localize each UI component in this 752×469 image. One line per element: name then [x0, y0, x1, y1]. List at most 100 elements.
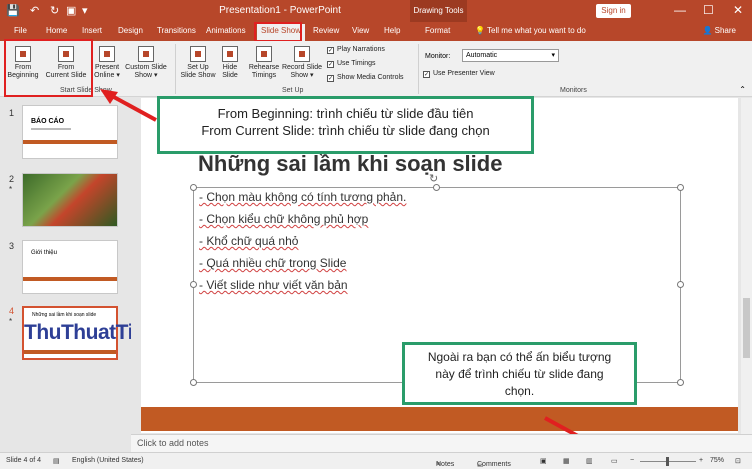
present-online-icon	[99, 46, 115, 62]
thumbnail-title: Những sai lầm khi soạn slide	[32, 312, 97, 318]
title-bar: 💾 ↶ ↻ ▣ ▾ Presentation1 - PowerPoint Dra…	[0, 0, 752, 22]
callout-start-buttons: From Beginning: trình chiếu từ slide đầu…	[157, 96, 534, 154]
tab-insert[interactable]: Insert	[82, 26, 102, 35]
status-bar: Slide 4 of 4 ▤ English (United States) ≡…	[0, 452, 752, 469]
zoom-in-button[interactable]: +	[699, 457, 703, 464]
slide-number: 2	[9, 174, 15, 184]
ribbon-tabs: File Home Insert Design Transitions Anim…	[0, 22, 752, 41]
callout-line: From Beginning: trình chiếu từ slide đầu…	[217, 106, 474, 121]
checkbox-checked-icon: ✓	[327, 47, 334, 54]
monitor-select[interactable]: Automatic ▾	[462, 49, 559, 62]
thumbnail-accent-bar	[23, 140, 117, 144]
slide-show-tab-highlight	[254, 22, 302, 42]
slide-thumbnails-pane: 1 BÁO CÁO 2 * 3 Giới thiệu 4 * Những sai…	[0, 98, 131, 452]
resize-handle[interactable]	[190, 379, 197, 386]
bullet-item: - Quá nhiều chữ trong Slide	[199, 256, 347, 270]
reading-view-icon[interactable]: ▥	[586, 457, 593, 465]
slide-thumbnail-3[interactable]: Giới thiệu	[22, 240, 118, 294]
slide-show-icon[interactable]: ▭	[611, 457, 618, 465]
bullet-item: - Chọn kiểu chữ không phủ hợp	[199, 212, 369, 226]
minimize-button[interactable]: —	[674, 3, 686, 17]
scrollbar-thumb[interactable]	[743, 298, 750, 358]
use-timings-checkbox[interactable]: ✓ Use Timings	[327, 60, 376, 68]
resize-handle[interactable]	[677, 379, 684, 386]
comments-label: Comments	[477, 461, 511, 468]
tab-view[interactable]: View	[352, 26, 369, 35]
record-slide-show-label: Record Slide Show ▾	[281, 64, 323, 79]
slide-thumbnail-2[interactable]	[22, 173, 118, 227]
hide-slide-icon	[222, 46, 238, 62]
zoom-out-button[interactable]: −	[630, 457, 634, 464]
rehearse-timings-label: Rehearse Timings	[248, 64, 280, 79]
window-title: Presentation1 - PowerPoint	[219, 5, 341, 16]
show-media-controls-checkbox[interactable]: ✓ Show Media Controls	[327, 74, 404, 82]
checkbox-checked-icon: ✓	[327, 61, 334, 68]
zoom-slider-thumb[interactable]	[666, 457, 669, 466]
tab-help[interactable]: Help	[384, 26, 400, 35]
custom-slide-show-button[interactable]: Custom Slide Show ▾	[122, 46, 170, 80]
tab-design[interactable]: Design	[118, 26, 143, 35]
use-presenter-view-label: Use Presenter View	[433, 70, 495, 77]
thumbnail-accent-bar	[23, 277, 117, 281]
slide-number: 3	[9, 241, 15, 251]
thumbnail-title: Giới thiệu	[31, 250, 57, 256]
play-narrations-label: Play Narrations	[337, 46, 385, 53]
start-group-highlight	[4, 39, 93, 97]
vertical-scrollbar[interactable]	[741, 98, 752, 434]
slide-sorter-icon[interactable]: ▦	[563, 457, 570, 465]
custom-slide-show-icon	[138, 46, 154, 62]
set-up-slide-show-label: Set Up Slide Show	[180, 64, 216, 79]
group-separator	[175, 44, 176, 94]
close-button[interactable]: ✕	[733, 3, 743, 17]
rehearse-timings-button[interactable]: Rehearse Timings	[247, 46, 281, 80]
present-online-button[interactable]: Present Online ▾	[92, 46, 122, 80]
set-up-slide-show-button[interactable]: Set Up Slide Show	[178, 46, 218, 80]
resize-handle[interactable]	[677, 281, 684, 288]
restore-button[interactable]: ☐	[703, 3, 714, 17]
collapse-ribbon-icon[interactable]: ⌃	[739, 85, 746, 94]
animation-star-icon: *	[9, 185, 13, 194]
slide-count: Slide 4 of 4	[6, 457, 42, 464]
monitor-label: Monitor:	[425, 53, 451, 60]
thumbnail-subtitle-line	[31, 128, 71, 130]
animation-star-icon: *	[9, 317, 13, 326]
notes-pane[interactable]: Click to add notes	[131, 434, 752, 452]
share-icon: 👤	[702, 26, 715, 35]
rotate-handle-icon[interactable]: ↻	[429, 172, 438, 185]
resize-handle[interactable]	[190, 184, 197, 191]
tell-me-search[interactable]: 💡 Tell me what you want to do	[475, 26, 586, 35]
share-button[interactable]: 👤 Share	[702, 26, 736, 35]
use-presenter-view-checkbox[interactable]: ✓ Use Presenter View	[423, 70, 495, 78]
tell-me-label: Tell me what you want to do	[487, 26, 586, 35]
share-label: Share	[714, 26, 736, 35]
resize-handle[interactable]	[677, 184, 684, 191]
play-narrations-checkbox[interactable]: ✓ Play Narrations	[327, 46, 385, 54]
hide-slide-label: Hide Slide	[222, 64, 238, 79]
tab-file[interactable]: File	[14, 26, 27, 35]
normal-view-icon[interactable]: ▣	[540, 457, 547, 465]
resize-handle[interactable]	[433, 184, 440, 191]
bullet-item: - Khổ chữ quá nhỏ	[199, 234, 299, 248]
proofing-icon[interactable]: ▤	[53, 457, 60, 465]
record-slide-show-button[interactable]: Record Slide Show ▾	[281, 46, 323, 80]
sign-in-button[interactable]: Sign in	[596, 4, 631, 18]
lightbulb-icon: 💡	[475, 26, 488, 35]
slide-number: 4	[9, 306, 15, 316]
tab-transitions[interactable]: Transitions	[157, 26, 196, 35]
tab-home[interactable]: Home	[46, 26, 67, 35]
fit-slide-icon[interactable]: ⊡	[735, 457, 741, 465]
tab-review[interactable]: Review	[313, 26, 339, 35]
slide-title[interactable]: Những sai lầm khi soạn slide	[198, 151, 502, 177]
record-slide-show-icon	[294, 46, 310, 62]
language-indicator[interactable]: English (United States)	[72, 457, 144, 464]
show-media-controls-label: Show Media Controls	[337, 74, 404, 81]
resize-handle[interactable]	[190, 281, 197, 288]
callout-line: From Current Slide: trình chiếu từ slide…	[201, 123, 490, 138]
slide-thumbnail-1[interactable]: BÁO CÁO	[22, 105, 118, 159]
zoom-level[interactable]: 75%	[710, 457, 724, 464]
hide-slide-button[interactable]: Hide Slide	[218, 46, 242, 80]
tab-format[interactable]: Format	[425, 26, 450, 35]
tab-animations[interactable]: Animations	[206, 26, 246, 35]
set-up-group-label: Set Up	[282, 87, 304, 94]
use-timings-label: Use Timings	[337, 60, 376, 67]
